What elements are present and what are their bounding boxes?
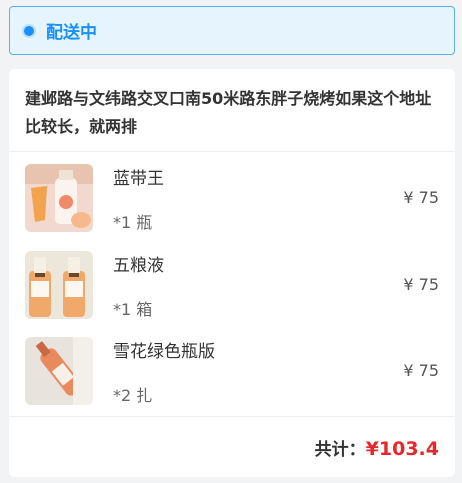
product-image	[25, 164, 93, 232]
total-label: 共计：	[314, 440, 366, 460]
order-status-banner: 配送中	[9, 6, 455, 55]
product-name: 五粮液	[113, 256, 164, 276]
total-amount: ¥103.4	[365, 438, 439, 460]
product-price: ¥ 75	[403, 275, 439, 294]
divider	[9, 416, 455, 417]
divider	[9, 151, 455, 152]
product-name: 雪花绿色瓶版	[113, 342, 215, 362]
product-quantity: *1 箱	[113, 300, 153, 319]
order-item[interactable]: 雪花绿色瓶版 *2 扎 ¥ 75	[9, 337, 455, 417]
product-price: ¥ 75	[403, 361, 439, 380]
product-image	[25, 251, 93, 319]
status-dot-icon	[24, 25, 34, 36]
product-name: 蓝带王	[113, 169, 164, 189]
product-image	[25, 337, 93, 405]
order-item[interactable]: 蓝带王 *1 瓶 ¥ 75	[9, 164, 455, 244]
delivery-address: 建邺路与文纬路交叉口南50米路东胖子烧烤如果这个地址比较长，就两排	[25, 89, 432, 136]
order-card: 建邺路与文纬路交叉口南50米路东胖子烧烤如果这个地址比较长，就两排 蓝带王 *1…	[9, 69, 455, 477]
product-quantity: *2 扎	[113, 386, 153, 405]
order-status-label: 配送中	[46, 23, 97, 43]
order-total: 共计：¥103.4	[315, 435, 439, 460]
product-price: ¥ 75	[403, 188, 439, 207]
product-quantity: *1 瓶	[113, 213, 153, 232]
order-item[interactable]: 五粮液 *1 箱 ¥ 75	[9, 251, 455, 331]
